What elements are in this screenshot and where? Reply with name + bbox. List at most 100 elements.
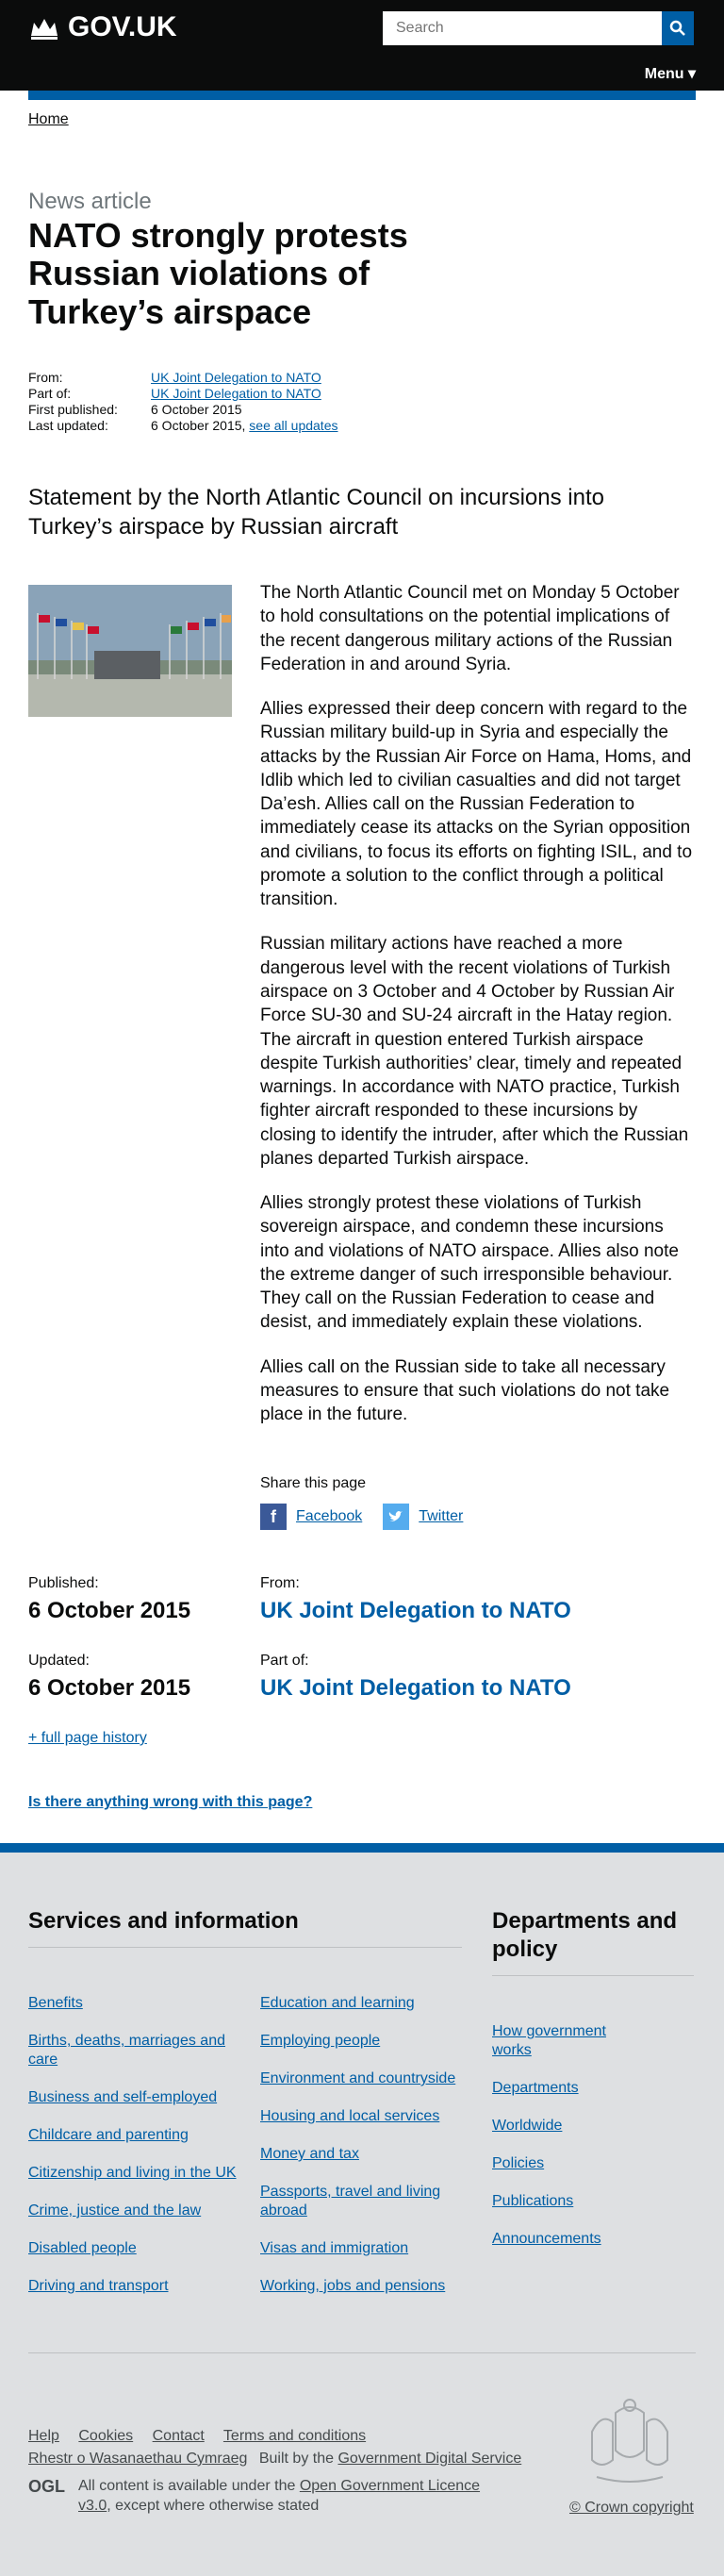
footer-divider xyxy=(28,2352,696,2353)
header-divider xyxy=(28,91,696,100)
footer-link[interactable]: Births, deaths, marriages and care xyxy=(28,2033,225,2068)
twitter-share[interactable]: Twitter xyxy=(383,1504,463,1530)
menu-toggle[interactable]: Menu ▾ xyxy=(645,64,696,83)
metadata: From: UK Joint Delegation to NATO Part o… xyxy=(28,370,337,434)
footer-link[interactable]: Citizenship and living in the UK xyxy=(28,2165,237,2181)
licence-text: All content is available under the Open … xyxy=(78,2477,493,2517)
footer-link[interactable]: Money and tax xyxy=(260,2146,359,2162)
welsh-services-link[interactable]: Rhestr o Wasanaethau Cymraeg xyxy=(28,2451,247,2467)
royal-coat-of-arms-icon xyxy=(591,2399,668,2483)
from-link[interactable]: UK Joint Delegation to NATO xyxy=(151,370,321,385)
facebook-icon: f xyxy=(260,1504,287,1530)
footer-link[interactable]: Disabled people xyxy=(28,2240,137,2256)
licence-suffix: , except where otherwise stated xyxy=(107,2497,320,2514)
built-by-text: Built by the xyxy=(258,2451,335,2467)
footer-link[interactable]: Housing and local services xyxy=(260,2108,439,2124)
published-date: 6 October 2015 xyxy=(28,1598,191,1623)
ogl-logo: OGL xyxy=(28,2477,65,2496)
last-updated-value: 6 October 2015, xyxy=(151,418,246,433)
footer-link[interactable]: Policies xyxy=(492,2155,544,2171)
departments-title: Departments and policy xyxy=(492,1908,678,1962)
services-title: Services and information xyxy=(28,1908,299,1934)
facebook-share[interactable]: f Facebook xyxy=(260,1504,362,1530)
search-box xyxy=(383,11,694,45)
site-header: GOV.UK Menu ▾ xyxy=(0,0,724,91)
body-paragraph: Russian military actions have reached a … xyxy=(260,934,689,1169)
logo-text: GOV.UK xyxy=(68,11,177,42)
search-input[interactable] xyxy=(383,11,662,45)
services-list-1: Benefits Births, deaths, marriages and c… xyxy=(28,1994,245,2315)
footer-link[interactable]: Passports, travel and living abroad xyxy=(260,2184,440,2219)
footer-divider xyxy=(492,1975,694,1976)
body-paragraph: Allies strongly protest these violations… xyxy=(260,1193,679,1333)
body-paragraph: Allies call on the Russian side to take … xyxy=(260,1356,670,1425)
govuk-logo-link[interactable]: GOV.UK xyxy=(28,11,177,43)
crown-copyright: © Crown copyright xyxy=(569,2500,694,2517)
breadcrumb-home-link[interactable]: Home xyxy=(28,111,69,127)
footer-meta-links: Help Cookies Contact Terms and condition… xyxy=(28,2428,381,2445)
footer-link[interactable]: Departments xyxy=(492,2080,579,2096)
body-paragraph: The North Atlantic Council met on Monday… xyxy=(260,583,680,674)
footer-divider xyxy=(28,1947,462,1948)
footer-link[interactable]: Childcare and parenting xyxy=(28,2127,189,2143)
footer-link[interactable]: Benefits xyxy=(28,1995,83,2011)
flags-photo xyxy=(28,585,232,717)
document-type: News article xyxy=(28,189,152,214)
footer-link[interactable]: Crime, justice and the law xyxy=(28,2202,201,2219)
footer-link[interactable]: Publications xyxy=(492,2193,573,2209)
breadcrumb: Home xyxy=(28,111,69,128)
page-title: NATO strongly protests Russian violation… xyxy=(28,216,408,331)
part-of-link[interactable]: UK Joint Delegation to NATO xyxy=(151,386,321,401)
cookies-link[interactable]: Cookies xyxy=(78,2428,133,2444)
from-label: From: xyxy=(28,370,63,385)
first-published-value: 6 October 2015 xyxy=(151,402,242,417)
share-section: Share this page f Facebook Twitter xyxy=(260,1475,463,1530)
updated-label: Updated: xyxy=(28,1653,90,1669)
terms-link[interactable]: Terms and conditions xyxy=(223,2428,366,2444)
crown-copyright-link[interactable]: © Crown copyright xyxy=(569,2500,694,2516)
footer-link[interactable]: Working, jobs and pensions xyxy=(260,2278,445,2294)
last-updated-label: Last updated: xyxy=(28,418,108,433)
services-list-2: Education and learning Employing people … xyxy=(260,1994,468,2315)
share-label: Share this page xyxy=(260,1475,367,1491)
part-of-footer-link[interactable]: UK Joint Delegation to NATO xyxy=(260,1675,571,1701)
help-link[interactable]: Help xyxy=(28,2428,59,2444)
footer-link[interactable]: How government works xyxy=(492,2023,606,2058)
twitter-icon xyxy=(383,1504,410,1530)
search-button[interactable] xyxy=(662,11,694,45)
article-body: The North Atlantic Council met on Monday… xyxy=(260,581,696,1448)
article-summary: Statement by the North Atlantic Council … xyxy=(28,485,604,540)
footer-link[interactable]: Education and learning xyxy=(260,1995,415,2011)
from-footer-label: From: xyxy=(260,1575,300,1591)
from-footer-link[interactable]: UK Joint Delegation to NATO xyxy=(260,1598,571,1623)
footer-link[interactable]: Business and self-employed xyxy=(28,2089,217,2105)
published-label: Published: xyxy=(28,1575,99,1591)
footer-link[interactable]: Announcements xyxy=(492,2231,601,2247)
crown-icon xyxy=(31,19,58,40)
report-problem-link[interactable]: Is there anything wrong with this page? xyxy=(28,1794,312,1811)
contact-link[interactable]: Contact xyxy=(153,2428,205,2444)
licence-prefix: All content is available under the xyxy=(78,2478,296,2494)
footer-link[interactable]: Driving and transport xyxy=(28,2278,169,2294)
search-icon xyxy=(669,20,685,36)
site-footer: Services and information Benefits Births… xyxy=(0,1843,724,2576)
see-all-updates-link[interactable]: see all updates xyxy=(249,418,337,433)
full-page-history-link[interactable]: + full page history xyxy=(28,1730,147,1746)
footer-link[interactable]: Environment and countryside xyxy=(260,2070,455,2086)
departments-list: How government works Departments Worldwi… xyxy=(492,2022,634,2268)
last-updated: 6 October 2015, see all updates xyxy=(151,418,337,434)
footer-link[interactable]: Employing people xyxy=(260,2033,380,2049)
first-published-label: First published: xyxy=(28,402,118,417)
footer-link[interactable]: Worldwide xyxy=(492,2118,562,2134)
part-of-footer-label: Part of: xyxy=(260,1653,309,1669)
body-paragraph: Allies expressed their deep concern with… xyxy=(260,699,693,910)
publication-info: Published: 6 October 2015 From: UK Joint… xyxy=(28,1575,696,1747)
twitter-share-link[interactable]: Twitter xyxy=(419,1508,463,1525)
footer-link[interactable]: Visas and immigration xyxy=(260,2240,408,2256)
article-image-flags xyxy=(28,585,232,717)
built-by: Rhestr o Wasanaethau Cymraeg Built by th… xyxy=(28,2451,521,2468)
facebook-share-link[interactable]: Facebook xyxy=(296,1508,362,1525)
licence: OGL All content is available under the O… xyxy=(28,2477,493,2517)
gds-link[interactable]: Government Digital Service xyxy=(337,2451,521,2467)
updated-date: 6 October 2015 xyxy=(28,1675,191,1701)
